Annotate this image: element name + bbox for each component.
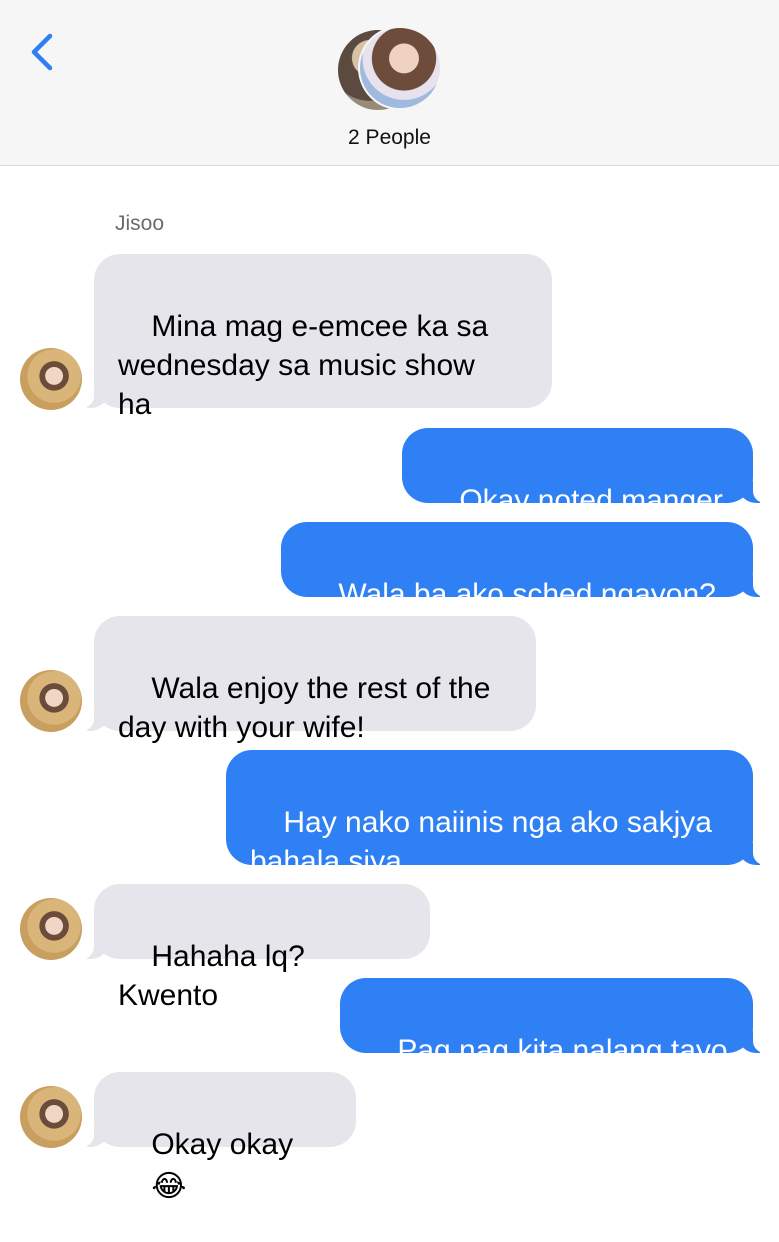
message-text: Okay noted manger <box>459 484 723 517</box>
group-avatars[interactable] <box>336 26 446 112</box>
conversation-header: 2 People <box>0 0 779 166</box>
chevron-left-icon <box>31 33 53 71</box>
message-text: Hahaha lq? Kwento <box>118 940 314 1012</box>
message-thread: Jisoo Mina mag e-emcee ka sa wednesday s… <box>0 166 779 1202</box>
message-text: Hay nako naiinis nga ako sakjya bahala s… <box>250 806 712 878</box>
message-text: Mina mag e-emcee ka sa wednesday sa musi… <box>118 310 489 421</box>
incoming-message[interactable]: Hahaha lq? Kwento <box>80 884 430 1012</box>
outgoing-message[interactable]: Okay noted manger <box>402 428 767 517</box>
message-text: Okay okay <box>151 1128 294 1161</box>
message-text: Pag nag kita nalang tayo <box>397 1034 728 1067</box>
message-text: Wala enjoy the rest of the day with your… <box>118 672 491 744</box>
sender-name: Jisoo <box>115 212 165 235</box>
incoming-message[interactable]: Wala enjoy the rest of the day with your… <box>80 616 536 744</box>
outgoing-message[interactable]: Hay nako naiinis nga ako sakjya bahala s… <box>226 750 767 878</box>
avatar[interactable] <box>20 1086 82 1148</box>
conversation-title[interactable]: 2 People <box>0 126 779 150</box>
outgoing-message[interactable]: Pag nag kita nalang tayo <box>340 978 767 1067</box>
avatar[interactable] <box>20 670 82 732</box>
message-text: Wala ba ako sched ngayon? <box>338 578 716 611</box>
group-avatar-2 <box>358 26 442 110</box>
incoming-message[interactable]: Okay okay 😂 <box>80 1072 356 1202</box>
back-button[interactable] <box>22 28 66 76</box>
incoming-message[interactable]: Mina mag e-emcee ka sa wednesday sa musi… <box>80 254 552 421</box>
avatar[interactable] <box>20 898 82 960</box>
face-with-tears-of-joy-icon: 😂 <box>151 1170 187 1203</box>
avatar[interactable] <box>20 348 82 410</box>
outgoing-message[interactable]: Wala ba ako sched ngayon? <box>281 522 767 611</box>
